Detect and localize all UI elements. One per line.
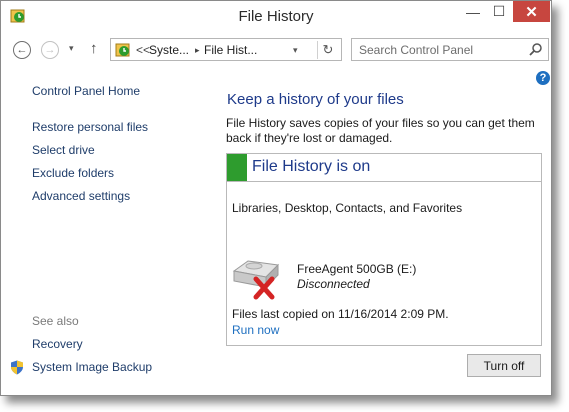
control-panel-icon (115, 43, 130, 57)
address-dropdown-icon[interactable]: ▾ (293, 45, 298, 56)
forward-button[interactable]: → (41, 41, 59, 59)
recovery-link[interactable]: Recovery (32, 337, 83, 351)
file-history-window: File History — ☐ ✕ ← → ▾ ↑ << Syste... ▸… (0, 0, 552, 396)
breadcrumb-overflow[interactable]: << (136, 43, 150, 57)
system-image-backup-link[interactable]: System Image Backup (32, 360, 152, 374)
help-icon[interactable]: ? (536, 71, 550, 85)
page-description: File History saves copies of your files … (226, 116, 535, 145)
breadcrumb-system[interactable]: Syste... (149, 43, 189, 57)
file-history-status-panel: File History is on Libraries, Desktop, C… (226, 153, 542, 346)
uac-shield-icon (11, 360, 23, 375)
drive-name: FreeAgent 500GB (E:) (297, 262, 417, 276)
recent-locations-chevron-icon[interactable]: ▾ (69, 43, 74, 54)
search-input[interactable]: Search Control Panel (351, 38, 549, 61)
search-placeholder: Search Control Panel (359, 43, 474, 57)
exclude-folders-link[interactable]: Exclude folders (32, 166, 114, 180)
refresh-button[interactable]: ↻ (317, 41, 338, 59)
status-indicator-bar (227, 154, 247, 181)
maximize-button[interactable]: ☐ (486, 1, 512, 22)
breadcrumb-separator-icon[interactable]: ▸ (195, 43, 200, 56)
disconnected-drive-icon (232, 260, 280, 300)
control-panel-home-link[interactable]: Control Panel Home (32, 84, 140, 98)
restore-personal-files-link[interactable]: Restore personal files (32, 120, 148, 134)
breadcrumb-file-history[interactable]: File Hist... (204, 43, 257, 57)
navigation-bar: ← → ▾ ↑ << Syste... ▸ File Hist... ▾ ↻ S… (1, 34, 551, 66)
up-arrow-icon[interactable]: ↑ (90, 40, 98, 57)
panel-divider (227, 181, 541, 182)
page-heading: Keep a history of your files (227, 91, 404, 108)
select-drive-link[interactable]: Select drive (32, 143, 95, 157)
see-also-heading: See also (32, 314, 79, 328)
back-button[interactable]: ← (13, 41, 31, 59)
title-bar: File History — ☐ ✕ (1, 1, 551, 32)
minimize-button[interactable]: — (460, 1, 486, 22)
last-copied-info: Files last copied on 11/16/2014 2:09 PM. (232, 307, 449, 321)
advanced-settings-link[interactable]: Advanced settings (32, 189, 130, 203)
turn-off-button[interactable]: Turn off (467, 354, 541, 377)
search-icon[interactable] (529, 42, 543, 56)
status-title: File History is on (252, 158, 371, 175)
close-button[interactable]: ✕ (513, 1, 550, 22)
drive-status: Disconnected (297, 277, 370, 291)
address-bar[interactable]: << Syste... ▸ File Hist... ▾ ↻ (110, 38, 342, 61)
run-now-link[interactable]: Run now (232, 323, 279, 337)
backed-up-folders: Libraries, Desktop, Contacts, and Favori… (232, 201, 463, 215)
